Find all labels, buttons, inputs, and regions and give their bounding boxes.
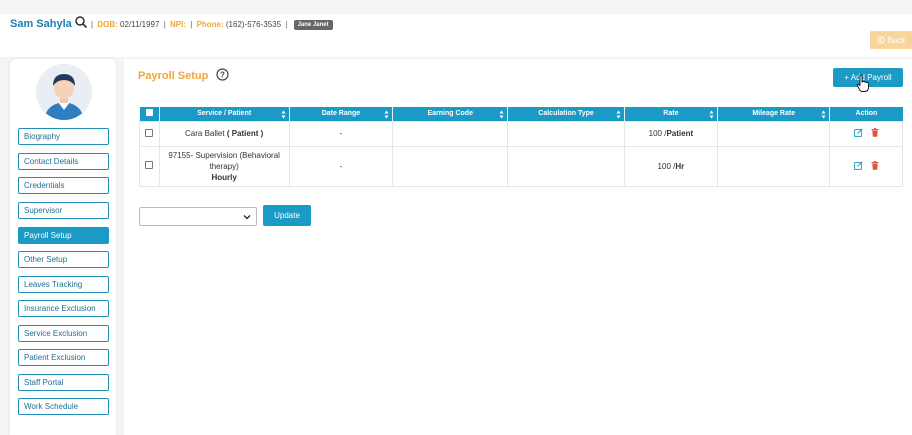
dob-label: DOB: — [97, 20, 118, 29]
phone-label: Phone: — [196, 20, 224, 29]
rate-cell: 100 /Patient — [623, 120, 719, 147]
avatar — [36, 64, 92, 120]
avatar-image — [36, 64, 92, 120]
sidebar-item-supervisor[interactable]: Supervisor — [18, 202, 109, 219]
calculation-type-cell — [507, 145, 625, 187]
sidebar-item-payroll-setup[interactable]: Payroll Setup — [18, 227, 109, 244]
sidebar-item-biography[interactable]: Biography — [18, 128, 109, 145]
npi-label: NPI: — [170, 20, 186, 29]
table-row: Cara Ballet ( Patient ) - 100 /Patient — [139, 120, 903, 147]
calculation-type-cell — [507, 120, 625, 147]
row-checkbox[interactable] — [145, 128, 154, 137]
select-all-checkbox[interactable] — [145, 109, 153, 117]
edit-icon[interactable] — [853, 128, 863, 137]
row-checkbox-cell[interactable] — [139, 145, 160, 187]
sidebar-item-work-schedule[interactable]: Work Schedule — [18, 398, 109, 415]
sidebar-item-credentials[interactable]: Credentials — [18, 177, 109, 194]
back-label: Back — [887, 35, 906, 45]
delete-icon[interactable] — [871, 128, 879, 137]
page-title: Payroll Setup — [138, 70, 209, 82]
header-date-range[interactable]: Date Range — [289, 107, 394, 121]
sort-icon[interactable] — [499, 110, 504, 119]
sort-icon[interactable] — [384, 110, 389, 119]
payroll-table: Service / Patient Date Range Earning Cod… — [139, 107, 903, 187]
action-cell — [829, 120, 903, 147]
dob-value: 02/11/1997 — [120, 20, 160, 29]
service-cell: Cara Ballet ( Patient ) — [158, 120, 290, 147]
update-button[interactable]: Update — [263, 205, 311, 226]
header-calculation-type[interactable]: Calculation Type — [507, 107, 625, 121]
delete-icon[interactable] — [871, 160, 879, 170]
header-service[interactable]: Service / Patient — [159, 107, 290, 121]
earning-code-cell — [392, 145, 509, 187]
header-action: Action — [829, 107, 903, 121]
action-cell — [829, 145, 903, 187]
patient-info: | DOB: 02/11/1997 | NPI: | Phone: (162)-… — [89, 20, 333, 30]
phone-value: (162)-576-3535 — [225, 20, 282, 29]
sidebar-item-other-setup[interactable]: Other Setup — [18, 251, 109, 268]
sidebar-item-insurance-exclusion[interactable]: Insurance Exclusion — [18, 300, 109, 317]
bulk-action-select[interactable] — [139, 207, 257, 226]
row-checkbox[interactable] — [145, 161, 154, 169]
earning-code-cell — [392, 120, 509, 147]
sort-icon[interactable] — [821, 110, 826, 119]
patient-name[interactable]: Sam Sahyla — [10, 18, 72, 30]
header-rate[interactable]: Rate — [624, 107, 719, 121]
chevron-down-icon — [243, 215, 251, 220]
select-all-header[interactable] — [139, 107, 160, 121]
header-mileage-rate[interactable]: Mileage Rate — [717, 107, 831, 121]
sort-icon[interactable] — [281, 110, 286, 119]
sidebar-item-patient-exclusion[interactable]: Patient Exclusion — [18, 349, 109, 366]
sidebar-item-leaves-tracking[interactable]: Leaves Tracking — [18, 276, 109, 293]
header-earning-code[interactable]: Earning Code — [392, 107, 509, 121]
edit-icon[interactable] — [853, 160, 863, 170]
mileage-rate-cell — [717, 145, 831, 187]
sidebar-item-staff-portal[interactable]: Staff Portal — [18, 374, 109, 391]
sort-icon[interactable] — [709, 110, 714, 119]
svg-text:?: ? — [220, 70, 225, 79]
service-cell: 97155- Supervision (Behavioral therapy) H… — [158, 145, 290, 187]
top-strip — [0, 0, 912, 14]
date-range-cell: - — [288, 145, 394, 187]
sidebar-item-service-exclusion[interactable]: Service Exclusion — [18, 325, 109, 342]
back-button[interactable]: Back — [870, 31, 912, 49]
mileage-rate-cell — [717, 120, 831, 147]
sort-icon[interactable] — [616, 110, 621, 119]
search-icon[interactable] — [74, 15, 88, 29]
row-checkbox-cell[interactable] — [139, 120, 160, 147]
back-arrow-icon — [876, 36, 885, 44]
rate-cell: 100 /Hr — [623, 145, 719, 187]
table-row: 97155- Supervision (Behavioral therapy) H… — [139, 145, 903, 187]
sidebar-item-contact-details[interactable]: Contact Details — [18, 153, 109, 170]
date-range-cell: - — [288, 120, 394, 147]
help-icon[interactable]: ? — [216, 68, 229, 81]
staff-tag: Jane Janet — [293, 20, 333, 30]
hand-cursor-icon — [856, 74, 869, 92]
